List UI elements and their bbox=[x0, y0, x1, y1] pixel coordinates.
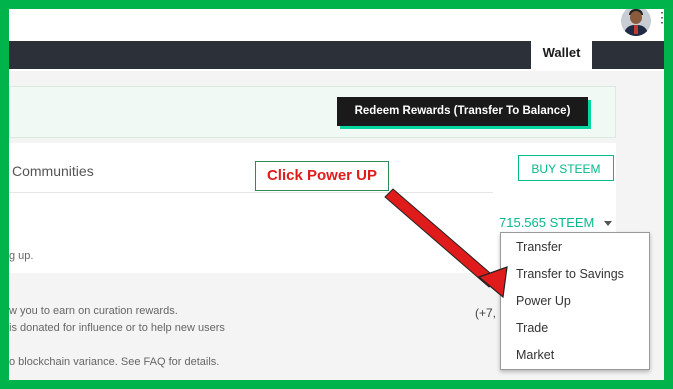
annotation-arrow bbox=[384, 188, 508, 299]
instruction-callout: Click Power UP bbox=[255, 161, 389, 191]
app-viewport: ⋮ Wallet Redeem Rewards (Transfer To Bal… bbox=[9, 9, 664, 380]
screenshot-frame: ⋮ Wallet Redeem Rewards (Transfer To Bal… bbox=[0, 0, 673, 389]
arrow-shaft bbox=[384, 188, 498, 288]
